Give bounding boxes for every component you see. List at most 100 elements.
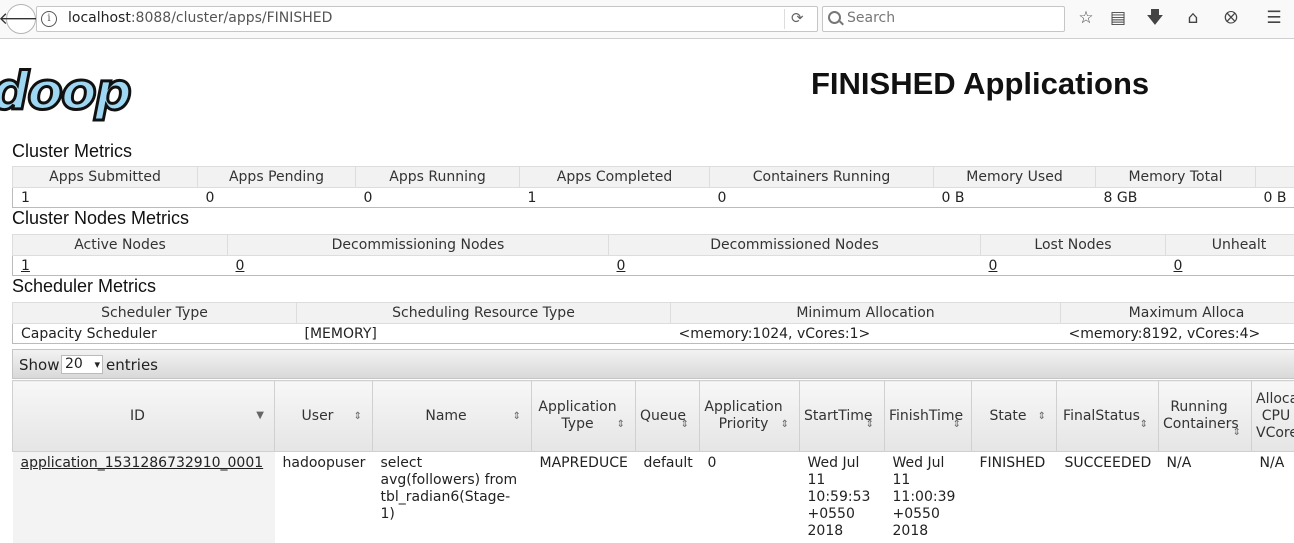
- table-row: Capacity Scheduler [MEMORY] <memory:1024…: [13, 324, 1294, 344]
- column-header: Memory Total: [1096, 167, 1256, 188]
- sort-icon: ⇕: [617, 416, 625, 433]
- search-input[interactable]: Search: [822, 6, 1065, 32]
- sort-icon: ⇕: [1233, 424, 1241, 441]
- column-header-name[interactable]: Name⇕: [373, 381, 532, 452]
- cluster-nodes-metrics-title: Cluster Nodes Metrics: [12, 208, 189, 229]
- column-header: Containers Running: [710, 167, 934, 188]
- allocated-cpu-cell: N/A: [1252, 452, 1294, 543]
- running-containers-cell: N/A: [1159, 452, 1252, 543]
- table-row: application_1531286732910_0001 hadoopuse…: [13, 452, 1294, 543]
- entries-label: entries: [106, 356, 158, 374]
- sort-icon: ⇕: [513, 408, 521, 425]
- table-row: 1 0 0 1 0 0 B 8 GB 0 B: [13, 188, 1294, 208]
- column-header-user[interactable]: User⇕: [275, 381, 373, 452]
- sort-icon: ⇕: [953, 416, 961, 433]
- table-header-row: ID▼ User⇕ Name⇕ Application Type⇕ Queue⇕…: [13, 381, 1294, 452]
- decommissioning-nodes-link[interactable]: 0: [236, 258, 245, 274]
- priority-cell: 0: [700, 452, 800, 543]
- column-header: Minimum Allocation: [671, 303, 1061, 324]
- metric-value: <memory:8192, vCores:4>: [1061, 324, 1294, 344]
- column-header: Scheduling Resource Type: [297, 303, 671, 324]
- column-header: Decommissioning Nodes: [228, 235, 609, 256]
- column-header-state[interactable]: State⇕: [972, 381, 1057, 452]
- column-header: Apps Pending: [198, 167, 356, 188]
- column-header-application-type[interactable]: Application Type⇕: [532, 381, 636, 452]
- table-length-bar: Show 20 entries: [12, 349, 1294, 379]
- column-header-allocated-cpu[interactable]: Alloca CPU VCore: [1252, 381, 1294, 452]
- column-header: Memory Used: [934, 167, 1096, 188]
- metric-value: Capacity Scheduler: [13, 324, 297, 344]
- metric-value: 0: [198, 188, 356, 208]
- sort-icon: ⇕: [866, 416, 874, 433]
- applications-table: ID▼ User⇕ Name⇕ Application Type⇕ Queue⇕…: [12, 380, 1294, 543]
- search-icon: [828, 11, 841, 24]
- state-cell: FINISHED: [972, 452, 1057, 543]
- column-header: Active Nodes: [13, 235, 228, 256]
- metric-value: 1: [13, 188, 198, 208]
- column-header: Apps Submitted: [13, 167, 198, 188]
- column-header-queue[interactable]: Queue⇕: [636, 381, 700, 452]
- browser-toolbar: 🡐 i localhost:8088/cluster/apps/FINISHED…: [0, 0, 1294, 39]
- metric-value: 1: [520, 188, 710, 208]
- table-header-row: Scheduler Type Scheduling Resource Type …: [13, 303, 1294, 324]
- sort-icon: ⇕: [354, 408, 362, 425]
- table-header-row: Active Nodes Decommissioning Nodes Decom…: [13, 235, 1294, 256]
- scheduler-metrics-title: Scheduler Metrics: [12, 276, 156, 297]
- info-icon[interactable]: i: [41, 11, 57, 27]
- home-icon[interactable]: ⌂: [1182, 7, 1204, 29]
- cluster-metrics-title: Cluster Metrics: [12, 141, 132, 162]
- column-header: Lost Nodes: [981, 235, 1166, 256]
- column-header-running-containers[interactable]: Running Containers⇕: [1159, 381, 1252, 452]
- sort-icon: ⇕: [681, 416, 689, 433]
- sort-icon: ⇕: [1038, 408, 1046, 425]
- metric-value: 0 B: [1256, 188, 1294, 208]
- column-header-start-time[interactable]: StartTime⇕: [800, 381, 885, 452]
- application-id-link[interactable]: application_1531286732910_0001: [21, 455, 264, 471]
- download-icon[interactable]: 🡇: [1144, 7, 1166, 29]
- page-length-select[interactable]: 20: [61, 355, 103, 374]
- final-status-cell: SUCCEEDED: [1057, 452, 1159, 543]
- column-header: Apps Running: [356, 167, 520, 188]
- pocket-icon[interactable]: ⭙: [1220, 7, 1242, 29]
- metric-value: 0 B: [934, 188, 1096, 208]
- decommissioned-nodes-link[interactable]: 0: [617, 258, 626, 274]
- scheduler-metrics-table: Scheduler Type Scheduling Resource Type …: [12, 302, 1294, 344]
- queue-cell: default: [636, 452, 700, 543]
- column-header: Unhealt: [1166, 235, 1294, 256]
- unhealthy-nodes-link[interactable]: 0: [1174, 258, 1183, 274]
- table-header-row: Apps Submitted Apps Pending Apps Running…: [13, 167, 1294, 188]
- name-cell: select avg(followers) from tbl_radian6(S…: [373, 452, 532, 543]
- show-label: Show: [19, 356, 59, 374]
- column-header-id[interactable]: ID▼: [13, 381, 275, 452]
- metric-value: 0: [710, 188, 934, 208]
- active-nodes-link[interactable]: 1: [21, 258, 30, 274]
- column-header: Maximum Alloca: [1061, 303, 1294, 324]
- metric-value: 8 GB: [1096, 188, 1256, 208]
- start-time-cell: Wed Jul 11 10:59:53 +0550 2018: [800, 452, 885, 543]
- sort-desc-icon: ▼: [256, 407, 264, 424]
- back-button[interactable]: 🡐: [6, 4, 36, 34]
- column-header: Apps Completed: [520, 167, 710, 188]
- column-header: Scheduler Type: [13, 303, 297, 324]
- column-header-application-priority[interactable]: Application Priority⇕: [700, 381, 800, 452]
- user-cell: hadoopuser: [275, 452, 373, 543]
- hadoop-logo[interactable]: doop: [0, 62, 130, 122]
- type-cell: MAPREDUCE: [532, 452, 636, 543]
- url-separator: [784, 9, 785, 29]
- sort-icon: ⇕: [781, 416, 789, 433]
- sort-icon: ⇕: [1140, 416, 1148, 433]
- lost-nodes-link[interactable]: 0: [989, 258, 998, 274]
- column-header: [1256, 167, 1294, 188]
- reload-icon[interactable]: ⟳: [791, 9, 804, 27]
- bookmark-star-icon[interactable]: ☆: [1075, 7, 1097, 29]
- page-title: FINISHED Applications: [811, 66, 1149, 102]
- column-header-finish-time[interactable]: FinishTime⇕: [885, 381, 972, 452]
- table-row: 1 0 0 0 0: [13, 256, 1294, 276]
- url-bar[interactable]: i localhost:8088/cluster/apps/FINISHED ⟳: [36, 6, 818, 32]
- menu-icon[interactable]: ☰: [1263, 7, 1285, 29]
- column-header-final-status[interactable]: FinalStatus⇕: [1057, 381, 1159, 452]
- url-text: localhost:8088/cluster/apps/FINISHED: [68, 10, 332, 26]
- reading-list-icon[interactable]: ▤: [1107, 7, 1129, 29]
- column-header: Decommissioned Nodes: [609, 235, 981, 256]
- cluster-metrics-table: Apps Submitted Apps Pending Apps Running…: [12, 166, 1294, 208]
